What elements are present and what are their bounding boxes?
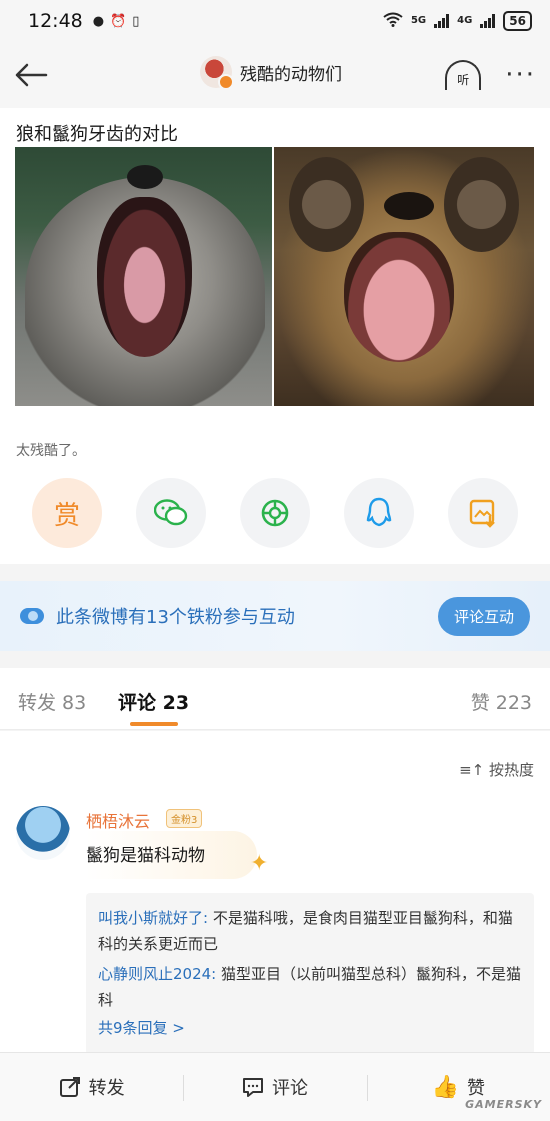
status-bar: 12:48 ● ⏰ ▯ 5G 4G 56	[0, 0, 550, 42]
save-image-icon	[469, 499, 495, 528]
fan-badge-icon	[20, 608, 44, 624]
hyena-mouth	[344, 232, 454, 362]
hyena-ear-left	[289, 157, 364, 252]
back-arrow-icon	[15, 63, 48, 87]
vibrate-icon: ▯	[132, 13, 140, 29]
status-left-icons: ● ⏰ ▯	[93, 14, 140, 29]
battery-indicator: 56	[503, 11, 532, 31]
signal-icon-1	[434, 14, 450, 28]
post-caption: 太残酷了。	[16, 443, 86, 459]
comments-section: ≡↑ 按热度 栖梧沐云 金粉3 鬣狗是猫科动物 ✦ 叫我小斯就好了: 不是猫科哦…	[0, 731, 550, 1055]
account-header[interactable]: 残酷的动物们	[200, 56, 342, 90]
qq-share-button[interactable]	[344, 478, 414, 548]
more-options-icon[interactable]: ···	[505, 62, 536, 88]
wolf-nose	[127, 165, 163, 189]
location-icon: ●	[92, 13, 105, 29]
comment-label: 评论	[271, 1078, 308, 1099]
status-time: 12:48	[28, 10, 83, 32]
status-right-icons: 5G 4G 56	[383, 11, 532, 31]
reply-item[interactable]: 叫我小斯就好了: 不是猫科哦，是食肉目猫型亚目鬣狗科，和猫科的关系更近而已	[98, 905, 522, 957]
replies-box[interactable]: 叫我小斯就好了: 不是猫科哦，是食肉目猫型亚目鬣狗科，和猫科的关系更近而已 心静…	[86, 893, 534, 1055]
comment-text[interactable]: 鬣狗是猫科动物	[86, 831, 257, 879]
tab-comment[interactable]: 评论 23	[118, 688, 189, 715]
commenter-avatar[interactable]	[16, 806, 70, 860]
fans-interaction-banner: 此条微博有13个铁粉参与互动 评论互动	[0, 581, 550, 651]
listen-button[interactable]: 听	[445, 60, 482, 90]
wolf-photo[interactable]	[15, 147, 272, 406]
commenter-name[interactable]: 栖梧沐云	[86, 808, 150, 832]
hyena-nose	[384, 192, 434, 220]
qq-icon	[366, 497, 392, 527]
back-button[interactable]	[14, 55, 54, 95]
banner-text: 此条微博有13个铁粉参与互动	[56, 607, 295, 628]
signal-4g-label: 4G	[457, 15, 473, 26]
wolf-mouth	[97, 197, 192, 357]
reward-button[interactable]: 赏	[32, 478, 102, 548]
comment-button[interactable]: 评论	[183, 1053, 366, 1121]
signal-icon-2	[480, 14, 496, 28]
repost-icon	[59, 1077, 80, 1097]
reply-author[interactable]: 心静则风止2024:	[98, 965, 216, 983]
view-all-replies-link[interactable]: 共9条回复 >	[98, 1017, 522, 1038]
nav-bar: 残酷的动物们 听 ···	[0, 42, 550, 108]
tab-repost[interactable]: 转发 83	[18, 688, 86, 715]
repost-label: 转发	[88, 1078, 125, 1099]
save-image-button[interactable]	[448, 478, 518, 548]
account-name[interactable]: 残酷的动物们	[240, 60, 342, 85]
sort-label: 按热度	[488, 761, 534, 779]
active-tab-underline	[130, 722, 178, 726]
hyena-photo[interactable]	[274, 147, 534, 406]
post-text: 狼和鬣狗牙齿的对比	[16, 124, 178, 145]
sort-icon: ≡↑	[459, 761, 485, 779]
thumbs-up-icon: 👍	[431, 1074, 460, 1100]
watermark: GAMERSKY	[465, 1098, 542, 1111]
hyena-ear-right	[444, 157, 519, 252]
wifi-icon	[383, 12, 403, 31]
sort-toggle[interactable]: ≡↑ 按热度	[459, 759, 534, 780]
nav-actions: 听 ···	[445, 60, 536, 90]
headphone-icon-label: 听	[457, 73, 470, 87]
post-image[interactable]	[15, 147, 534, 406]
wechat-icon	[154, 499, 188, 526]
share-row: 赏	[32, 478, 518, 548]
comment-icon	[242, 1078, 263, 1097]
signal-5g-label: 5G	[410, 15, 427, 26]
moments-share-button[interactable]	[240, 478, 310, 548]
alarm-icon: ⏰	[110, 13, 127, 29]
account-avatar[interactable]	[200, 56, 234, 90]
reply-item[interactable]: 心静则风止2024: 猫型亚目（以前叫猫型总科）鬣狗科，不是猫科	[98, 961, 522, 1013]
like-label: 赞	[467, 1078, 486, 1099]
engagement-tabs: 转发 83 评论 23 赞 223	[0, 668, 550, 730]
moments-icon	[261, 499, 289, 527]
tab-like[interactable]: 赞 223	[471, 688, 532, 715]
comment-interact-button[interactable]: 评论互动	[437, 596, 530, 636]
fan-level-badge: 金粉3	[166, 809, 203, 828]
reply-author[interactable]: 叫我小斯就好了:	[98, 909, 208, 927]
bottom-action-bar: 转发 评论 👍 赞 GAMERSKY	[0, 1052, 550, 1121]
comment-decoration-icon: ✦	[250, 851, 269, 876]
reward-label: 赏	[53, 500, 80, 531]
repost-button[interactable]: 转发	[0, 1053, 183, 1121]
wechat-share-button[interactable]	[136, 478, 206, 548]
post-card: 狼和鬣狗牙齿的对比 太残酷了。 赏	[0, 108, 550, 564]
